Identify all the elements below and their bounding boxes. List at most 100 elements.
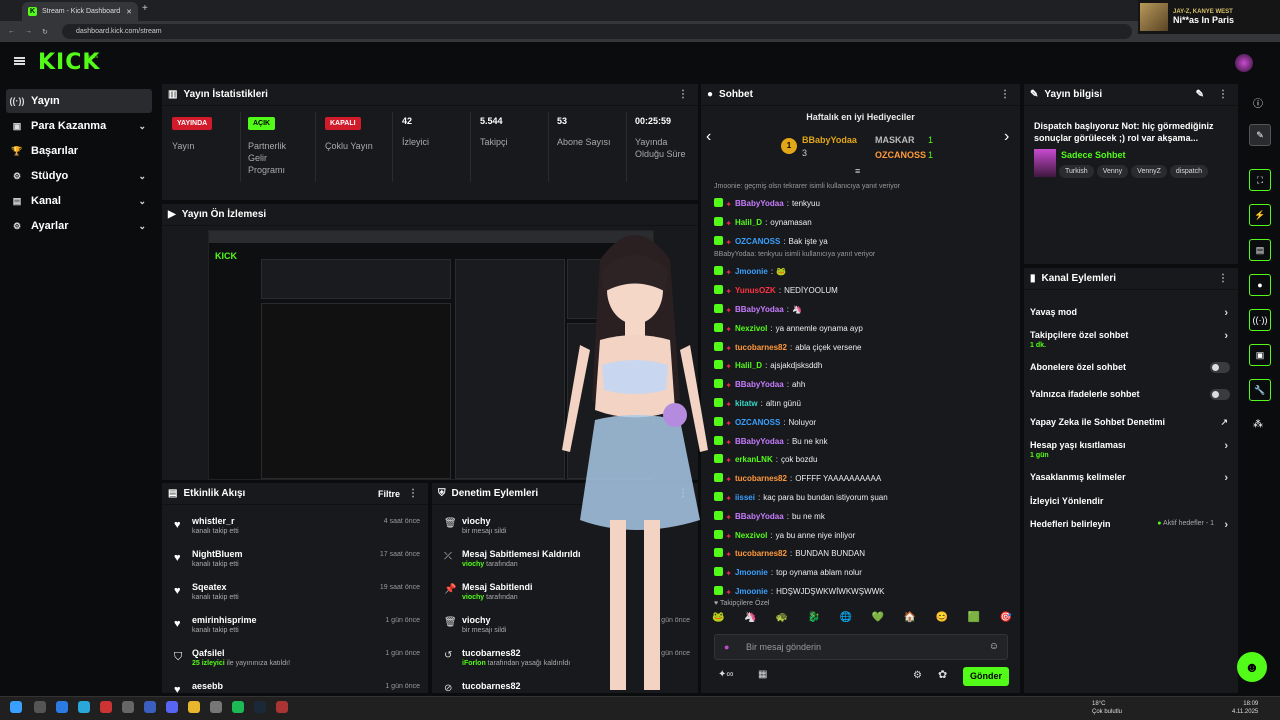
chat-username[interactable]: OZCANOSS — [735, 418, 780, 427]
chat-username[interactable]: OZCANOSS — [735, 237, 780, 246]
wrench-icon[interactable]: 🔧 — [1249, 379, 1271, 401]
category-link[interactable]: Sadece Sohbet — [1061, 150, 1126, 160]
chat-message[interactable]: ✦ Nexzivol: ya bu anne niye inliyor — [714, 529, 1014, 541]
chat-message[interactable]: ✦ tucobarnes82: OFFFF YAAAAAAAAAA — [714, 473, 1014, 484]
emoji-icon[interactable]: ☺ — [989, 641, 999, 652]
sidebar-item-studyo[interactable]: ⚙ Stüdyo ⌄ — [6, 164, 152, 188]
chat-username[interactable]: BBabyYodaa — [735, 512, 784, 521]
tag[interactable]: Turkish — [1059, 165, 1094, 178]
gifter-name[interactable]: OZCANOSS — [875, 150, 926, 160]
emote-bar[interactable]: 🐸 🦄 🐢 🐉 🌐 💚 🏠 😊 🟩 🎯 — [712, 612, 1012, 630]
broadcast-rail-icon[interactable]: ((·)) — [1249, 309, 1271, 331]
more-icon[interactable]: ⋮ — [1218, 273, 1228, 284]
chevron-left-icon[interactable]: ‹ — [706, 128, 711, 146]
app-icon[interactable] — [276, 701, 288, 713]
browser-tab[interactable]: K Stream - Kick Dashboard ✕ — [22, 2, 138, 21]
url-field[interactable]: dashboard.kick.com/stream — [62, 24, 1132, 39]
chat-username[interactable]: Jmoonie — [735, 267, 768, 276]
weather-widget[interactable]: 18°C Çok bulutlu — [1092, 700, 1122, 716]
chat-username[interactable]: tucobarnes82 — [735, 343, 787, 352]
chat-message[interactable]: ✦ BBabyYodaa: 🦄 — [714, 304, 1014, 315]
forward-icon[interactable]: → — [25, 28, 32, 35]
back-icon[interactable]: ← — [8, 28, 15, 35]
chat-message[interactable]: ✦ Halil_D: ajsjakdjsksddh — [714, 360, 1014, 371]
chat-message[interactable]: ✦ kitatw: altın günü — [714, 398, 1014, 409]
chat-message[interactable]: ✦ Jmoonie: top oynama ablam nolur — [714, 567, 1014, 578]
chat-username[interactable]: Jmoonie — [735, 568, 768, 577]
chat-message[interactable]: ✦ BBabyYodaa: ahh — [714, 379, 1014, 390]
chat-message[interactable]: ✦ YunusOZK: NEDİYOOLUM — [714, 285, 1014, 296]
gifter-name[interactable]: BBabyYodaa — [802, 135, 857, 145]
app-icon[interactable] — [144, 701, 156, 713]
discord-icon[interactable] — [166, 701, 178, 713]
action-account-age[interactable]: Hesap yaşı kısıtlaması 1 gün › — [1030, 440, 1232, 459]
spotify-icon[interactable] — [232, 701, 244, 713]
action-goals[interactable]: Hedefleri belirleyin ● Aktif hedefler - 1… — [1030, 519, 1232, 531]
more-icon[interactable]: ⋮ — [678, 89, 688, 100]
app-icon[interactable] — [210, 701, 222, 713]
action-ai-moderation[interactable]: Yapay Zeka ile Sohbet Denetimi ↗ — [1030, 417, 1232, 427]
chat-message[interactable]: ✦ iissei: kaç para bu bundan istiyorum şua… — [714, 492, 1014, 503]
tag[interactable]: Venny — [1096, 165, 1129, 178]
clock[interactable]: 18:09 4.11.2025 — [1232, 700, 1258, 716]
chat-message[interactable]: ✦ BBabyYodaa: tenkyuu — [714, 198, 1014, 209]
gifter-name[interactable]: MASKAR — [875, 135, 915, 145]
chat-message[interactable]: ✦ Nexzivol: ya annemle oynama ayp — [714, 322, 1014, 334]
chat-bubble-icon[interactable]: ● — [1249, 274, 1271, 296]
app-icon[interactable] — [100, 701, 112, 713]
chat-username[interactable]: Nexzivol — [735, 324, 767, 333]
chat-message[interactable]: ✦ OZCANOSS: Noluyor — [714, 416, 1014, 428]
chat-message[interactable]: ✦ Jmoonie: HDŞWJDŞWKWİWKWŞWWK — [714, 586, 1014, 597]
more-icon[interactable]: ⋮ — [1218, 89, 1228, 100]
chat-username[interactable]: Halil_D — [735, 218, 762, 227]
chat-username[interactable]: BBabyYodaa — [735, 437, 784, 446]
send-button[interactable]: Gönder — [963, 667, 1009, 686]
steam-icon[interactable] — [254, 701, 266, 713]
chat-username[interactable]: YunusOZK — [735, 286, 776, 295]
chat-username[interactable]: tucobarnes82 — [735, 549, 787, 558]
filter-button[interactable]: Filtre — [378, 489, 400, 499]
nodes-icon[interactable]: ⁂ — [1253, 419, 1263, 430]
chat-message[interactable]: ✦ erkanLNK: çok bozdu — [714, 454, 1014, 465]
more-icon[interactable]: ⋮ — [1000, 89, 1010, 100]
chevron-right-icon[interactable]: › — [1004, 128, 1009, 146]
app-icon[interactable] — [56, 701, 68, 713]
layout-icon[interactable]: ▣ — [1249, 344, 1271, 366]
chat-settings-icon[interactable]: ⚙ — [913, 670, 922, 681]
info-icon[interactable]: ⓘ — [1253, 95, 1263, 110]
chat-message[interactable]: ✦ tucobarnes82: abla çiçek versene — [714, 341, 1014, 353]
action-subs-only[interactable]: Abonelere özel sohbet — [1030, 362, 1232, 373]
chat-username[interactable]: iissei — [735, 493, 755, 502]
edge-icon[interactable] — [78, 701, 90, 713]
sidebar-item-basarilar[interactable]: 🏆 Başarılar — [6, 139, 152, 163]
chat-username[interactable]: kitatw — [735, 399, 758, 408]
new-tab-icon[interactable]: + — [142, 3, 148, 14]
chat-message[interactable]: ✦ BBabyYodaa: Bu ne knk — [714, 435, 1014, 447]
bolt-icon[interactable]: ⚡ — [1249, 204, 1271, 226]
app-icon[interactable] — [122, 701, 134, 713]
action-followers-only[interactable]: Takipçilere özel sohbet 1 dk. › — [1030, 330, 1232, 349]
store-icon[interactable]: ▦ — [758, 669, 767, 680]
chat-message[interactable]: ✦ BBabyYodaa: bu ne mk — [714, 510, 1014, 522]
sidebar-item-ayarlar[interactable]: ⚙ Ayarlar ⌄ — [6, 214, 152, 238]
pencil-icon[interactable]: ✎ — [1196, 89, 1204, 100]
windows-start-icon[interactable] — [10, 701, 22, 713]
chat-message[interactable]: ✦ Halil_D: oynamasan — [714, 216, 1014, 228]
sidebar-item-yayin[interactable]: ((·)) Yayın — [6, 89, 152, 113]
action-emote-only[interactable]: Yalnızca ifadelerle sohbet — [1030, 389, 1232, 400]
chat-username[interactable]: Halil_D — [735, 361, 762, 370]
chat-username[interactable]: BBabyYodaa — [735, 380, 784, 389]
chat-username[interactable]: erkanLNK — [735, 455, 773, 464]
tag[interactable]: VennyZ — [1131, 165, 1167, 178]
search-icon[interactable] — [34, 701, 46, 713]
chat-message[interactable]: ✦ tucobarnes82: BUNDAN BUNDAN — [714, 548, 1014, 559]
chat-input[interactable]: ● Bir mesaj gönderin ☺ — [714, 634, 1008, 660]
chat-username[interactable]: BBabyYodaa — [735, 199, 784, 208]
action-banned-words[interactable]: Yasaklanmış kelimeler › — [1030, 472, 1232, 484]
crop-icon[interactable]: ⛶ — [1249, 169, 1271, 191]
sidebar-item-para-kazanma[interactable]: ▣ Para Kazanma ⌄ — [6, 114, 152, 138]
menu-icon[interactable] — [14, 57, 25, 65]
chat-message[interactable]: ✦ OZCANOSS: Bak işte ya — [714, 235, 1014, 247]
chat-username[interactable]: BBabyYodaa — [735, 305, 784, 314]
tab-close-icon[interactable]: ✕ — [126, 8, 132, 16]
